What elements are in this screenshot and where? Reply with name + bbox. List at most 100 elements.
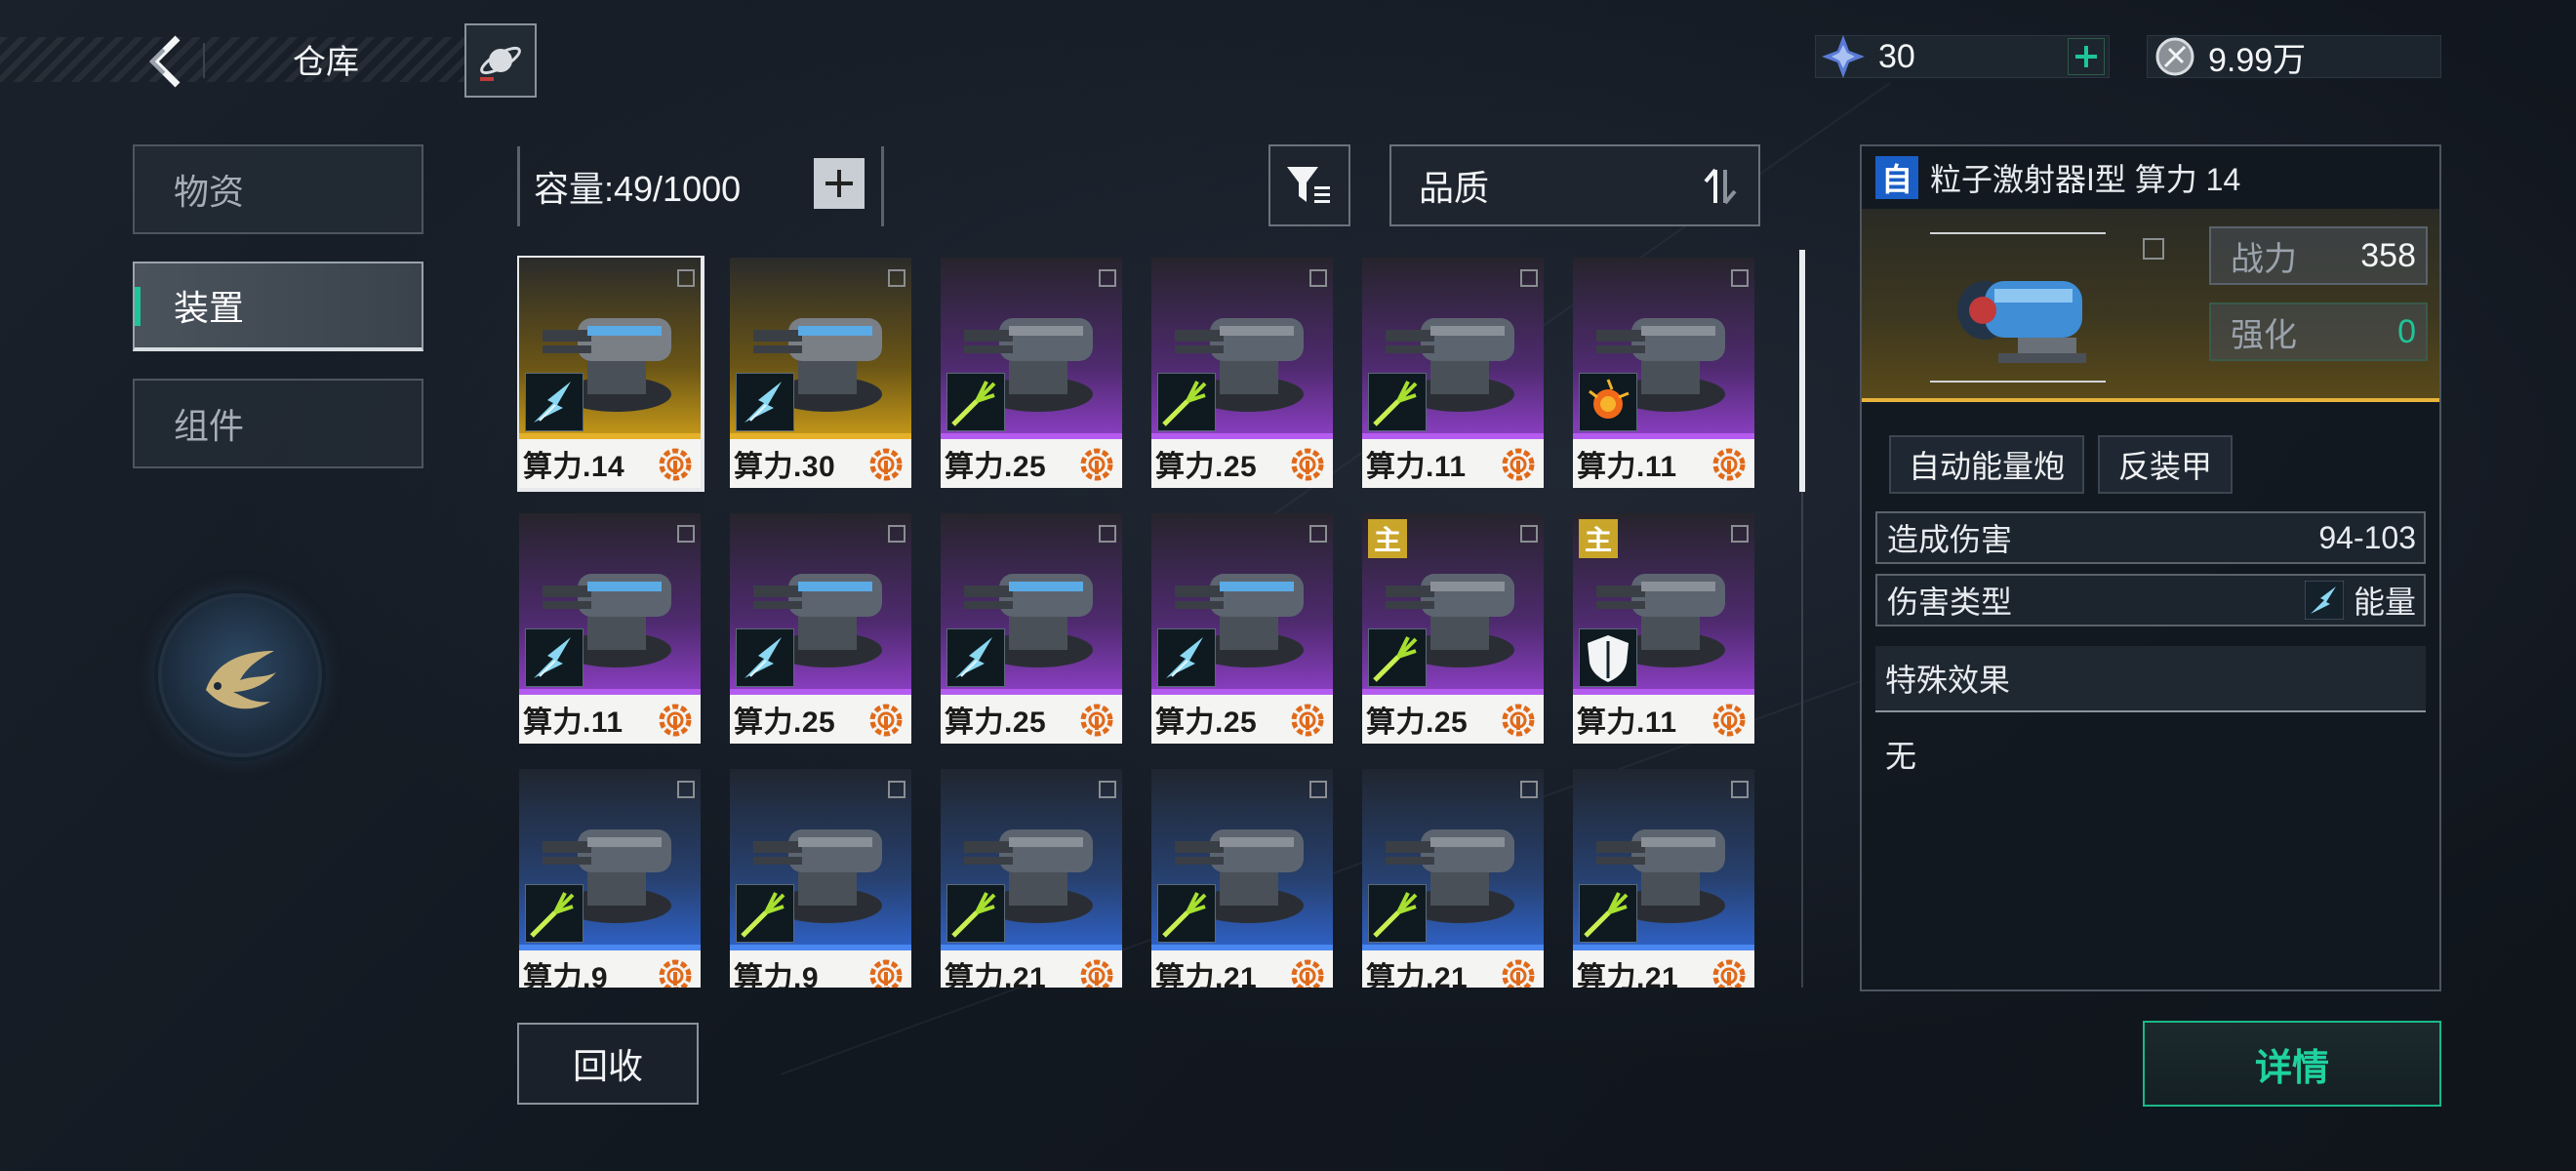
item-footer: 算力.25 xyxy=(941,439,1122,488)
select-checkbox[interactable] xyxy=(1099,269,1116,287)
item-footer: 算力.9 xyxy=(519,950,701,988)
compute-power-label: 算力.25 xyxy=(1155,707,1258,739)
planet-button[interactable] xyxy=(464,23,537,98)
kinetic-type-icon xyxy=(1157,373,1216,431)
select-checkbox[interactable] xyxy=(1309,269,1327,287)
tab-materials[interactable]: 物资 xyxy=(133,144,423,234)
gear-icon xyxy=(1080,704,1113,737)
item-card[interactable]: 算力.25 xyxy=(1151,513,1333,744)
compute-power-label: 算力.9 xyxy=(734,962,820,988)
expand-capacity-button[interactable] xyxy=(814,158,865,209)
filter-icon xyxy=(1287,167,1330,203)
item-card[interactable]: 算力.9 xyxy=(730,769,911,988)
add-crystal-button[interactable] xyxy=(2068,38,2105,75)
details-button[interactable]: 详情 xyxy=(2143,1021,2441,1107)
item-card[interactable]: 主算力.11 xyxy=(1573,513,1754,744)
damage-type-row: 伤害类型 能量 xyxy=(1875,574,2426,626)
energy-type-icon xyxy=(736,628,794,687)
select-checkbox[interactable] xyxy=(888,781,906,798)
item-card[interactable]: 主算力.25 xyxy=(1362,513,1544,744)
compute-power-label: 算力.21 xyxy=(1366,962,1469,988)
back-button[interactable] xyxy=(137,27,195,96)
item-card[interactable]: 算力.11 xyxy=(519,513,701,744)
item-footer: 算力.30 xyxy=(730,439,911,488)
select-checkbox[interactable] xyxy=(1520,781,1538,798)
sort-dropdown[interactable]: 品质 xyxy=(1389,144,1760,226)
explosive-type-icon xyxy=(1579,373,1637,431)
select-checkbox[interactable] xyxy=(1309,525,1327,543)
select-checkbox[interactable] xyxy=(677,525,695,543)
power-stat: 战力 358 xyxy=(2209,226,2428,285)
item-card[interactable]: 算力.21 xyxy=(1151,769,1333,988)
filter-button[interactable] xyxy=(1268,144,1350,226)
item-card[interactable]: 算力.11 xyxy=(1573,258,1754,488)
tab-devices[interactable]: 装置 xyxy=(133,262,423,351)
page-title: 仓库 xyxy=(293,44,359,81)
item-card[interactable]: 算力.25 xyxy=(941,258,1122,488)
tab-components[interactable]: 组件 xyxy=(133,379,423,468)
compute-power-label: 算力.11 xyxy=(1577,707,1677,739)
compute-power-label: 算力.11 xyxy=(1577,451,1677,483)
item-footer: 算力.11 xyxy=(1362,439,1544,488)
select-checkbox[interactable] xyxy=(1099,781,1116,798)
crystal-value: 30 xyxy=(1878,37,1915,75)
select-checkbox[interactable] xyxy=(1520,525,1538,543)
item-card[interactable]: 算力.25 xyxy=(730,513,911,744)
damage-type: 能量 xyxy=(2304,578,2416,623)
gear-icon xyxy=(659,959,692,988)
item-card[interactable]: 算力.25 xyxy=(1151,258,1333,488)
gear-icon xyxy=(1291,704,1324,737)
scrollbar-thumb[interactable] xyxy=(1799,250,1805,492)
item-card[interactable]: 算力.14 xyxy=(517,256,704,492)
compute-power-label: 算力.25 xyxy=(734,707,836,739)
select-checkbox[interactable] xyxy=(1099,525,1116,543)
coin-icon xyxy=(2155,37,2194,76)
damage-type-value: 能量 xyxy=(2353,585,2416,620)
select-checkbox[interactable] xyxy=(1731,525,1749,543)
lock-checkbox[interactable] xyxy=(2143,238,2164,260)
tag-anti-armor[interactable]: 反装甲 xyxy=(2098,435,2233,494)
energy-type-icon xyxy=(946,628,1005,687)
compute-power-label: 算力.9 xyxy=(523,962,609,988)
auto-badge: 自 xyxy=(1875,156,1918,199)
power-value: 358 xyxy=(2360,236,2416,274)
compute-power-label: 算力.11 xyxy=(523,707,624,739)
gear-icon xyxy=(659,704,692,737)
tag-auto-energy-cannon[interactable]: 自动能量炮 xyxy=(1889,435,2084,494)
item-card[interactable]: 算力.9 xyxy=(519,769,701,988)
recycle-button[interactable]: 回收 xyxy=(517,1023,699,1105)
enhance-label: 强化 xyxy=(2231,316,2297,354)
gear-icon xyxy=(1080,448,1113,481)
select-checkbox[interactable] xyxy=(677,781,695,798)
faction-emblem[interactable] xyxy=(162,597,318,753)
select-checkbox[interactable] xyxy=(1309,781,1327,798)
item-card[interactable]: 算力.11 xyxy=(1362,258,1544,488)
select-checkbox[interactable] xyxy=(677,269,695,287)
crystal-icon xyxy=(1822,35,1865,78)
select-checkbox[interactable] xyxy=(1731,269,1749,287)
item-card[interactable]: 算力.21 xyxy=(1362,769,1544,988)
item-card[interactable]: 算力.30 xyxy=(730,258,911,488)
select-checkbox[interactable] xyxy=(888,269,906,287)
special-label: 特殊效果 xyxy=(1885,663,2011,698)
header-strip xyxy=(0,37,468,82)
select-checkbox[interactable] xyxy=(888,525,906,543)
detail-panel: 自 粒子激射器I型 算力 14 战力 358 强化 0 自动能量炮 反装甲 造成… xyxy=(1860,144,2441,991)
rarity-line xyxy=(1862,398,2439,402)
item-card[interactable]: 算力.25 xyxy=(941,513,1122,744)
gear-icon xyxy=(1712,448,1746,481)
tag-label: 反装甲 xyxy=(2117,449,2212,484)
gear-icon xyxy=(1712,959,1746,988)
select-checkbox[interactable] xyxy=(1520,269,1538,287)
item-grid: 算力.14 算力.30 算力.25 算力.25 算力.11 算力.11 算力.11 算力.25… xyxy=(517,256,1766,988)
item-card[interactable]: 算力.21 xyxy=(941,769,1122,988)
item-card[interactable]: 算力.21 xyxy=(1573,769,1754,988)
kinetic-type-icon xyxy=(946,373,1005,431)
tag-label: 自动能量炮 xyxy=(1908,449,2065,484)
item-footer: 算力.25 xyxy=(1151,695,1333,744)
damage-type-label: 伤害类型 xyxy=(1887,585,2013,620)
select-checkbox[interactable] xyxy=(1731,781,1749,798)
gear-icon xyxy=(1712,704,1746,737)
item-preview: 战力 358 强化 0 xyxy=(1862,209,2439,400)
planet-icon xyxy=(480,46,521,81)
